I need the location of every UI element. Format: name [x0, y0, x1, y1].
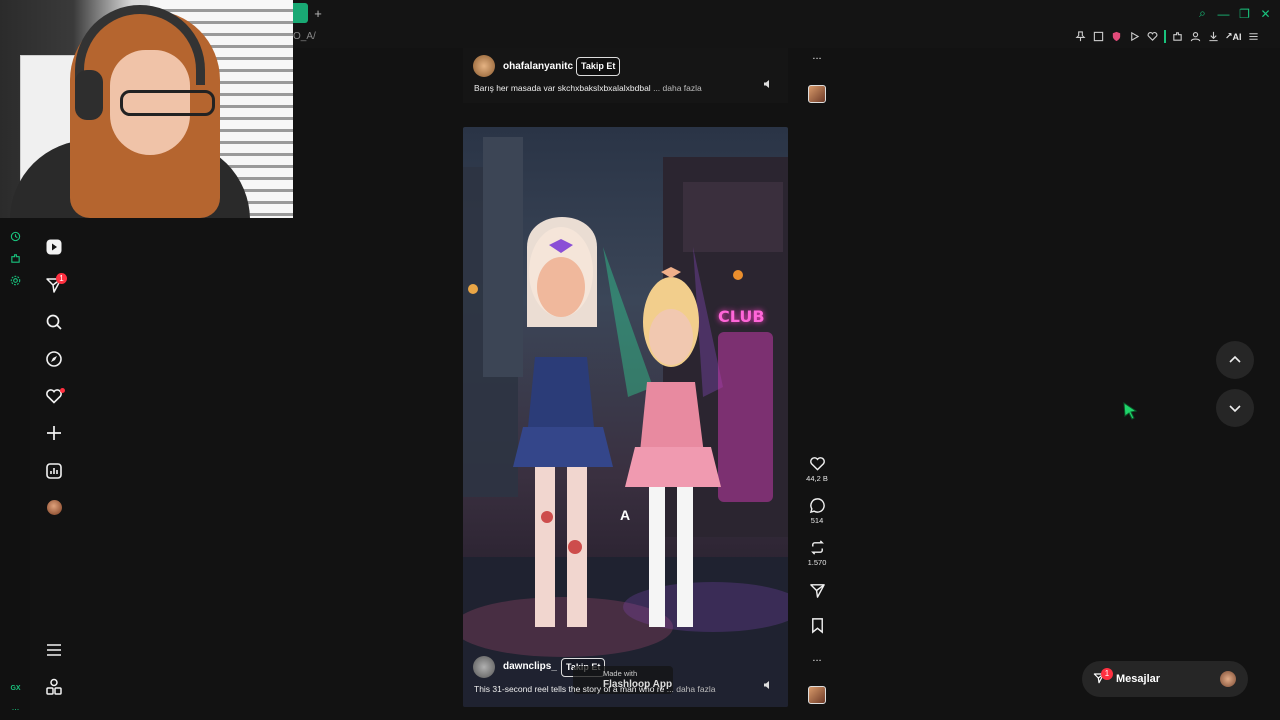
extensions-icon[interactable]	[9, 252, 22, 265]
caption-text: This 31-second reel tells the story of a…	[474, 684, 665, 694]
ai-button[interactable]: ↗ AI	[1225, 30, 1242, 43]
caption-more-link[interactable]: ... daha fazla	[667, 684, 716, 694]
username[interactable]: ohafalanyanitc	[503, 61, 573, 72]
profile-avatar[interactable]	[47, 500, 62, 515]
club-sign: CLUB	[718, 307, 765, 326]
chevron-down-icon	[1229, 405, 1241, 413]
maximize-button[interactable]: ❐	[1238, 7, 1251, 21]
settings-icon[interactable]	[9, 274, 22, 287]
mouse-cursor	[1123, 402, 1138, 420]
follow-button[interactable]: Takip Et	[576, 57, 621, 76]
extension-toolbar: ↗ AI	[1074, 30, 1260, 43]
menu-icon[interactable]	[1247, 30, 1260, 43]
webcam-headset-earcup	[75, 70, 103, 120]
next-reel-button[interactable]	[1216, 389, 1254, 427]
bookmark-icon[interactable]	[809, 617, 826, 634]
user-avatar[interactable]	[473, 656, 495, 678]
address-bar-fragment[interactable]: O_A/	[293, 31, 316, 42]
username[interactable]: dawnclips_	[503, 661, 557, 672]
user-avatar[interactable]	[473, 55, 495, 77]
reel-artwork	[463, 137, 788, 707]
messages-label: Mesajlar	[1116, 673, 1161, 685]
dashboard-icon[interactable]	[44, 461, 64, 481]
save-action[interactable]	[807, 617, 827, 634]
comment-count: 514	[810, 516, 824, 525]
reel-caption[interactable]: Barış her masada var skchxbakslxbxalalxb…	[474, 83, 702, 93]
webcam-overlay	[0, 0, 293, 218]
ai-label: AI	[1232, 31, 1242, 42]
repost-count: 1.570	[807, 558, 827, 567]
chevron-up-icon	[1229, 355, 1241, 363]
repost-action[interactable]: 1.570	[807, 539, 827, 567]
more-options-button[interactable]: ...	[809, 652, 825, 664]
repost-icon[interactable]	[809, 539, 826, 556]
search-icon[interactable]: ⌕	[1196, 6, 1209, 20]
prev-audio-thumbnail[interactable]	[808, 85, 826, 103]
profile-icon[interactable]	[1189, 30, 1202, 43]
comment-icon[interactable]	[809, 497, 826, 514]
shield-icon[interactable]	[1110, 30, 1123, 43]
share-icon[interactable]	[809, 582, 826, 599]
sidebar-more-icon[interactable]: ...	[9, 700, 22, 713]
heart-icon[interactable]	[1146, 30, 1159, 43]
browser-sidebar: GX ...	[0, 218, 30, 720]
messages-avatar	[1220, 671, 1236, 687]
video-overlay-letter: A	[620, 507, 631, 523]
explore-icon[interactable]	[44, 349, 64, 369]
like-action[interactable]: 44,2 B	[806, 455, 828, 483]
new-tab-button[interactable]: +	[312, 7, 324, 21]
reel-video[interactable]: CLUB A dawnclips_ Takip Et Made with Fla…	[463, 127, 788, 707]
minimize-button[interactable]: —	[1217, 7, 1230, 21]
like-count: 44,2 B	[806, 474, 828, 483]
speaker-icon[interactable]	[762, 679, 774, 691]
download-icon[interactable]	[1207, 30, 1220, 43]
reel-caption[interactable]: This 31-second reel tells the story of a…	[474, 684, 715, 694]
meta-apps-icon[interactable]	[44, 677, 64, 697]
window-controls: ⌕ — ❐ ✕	[1196, 6, 1272, 21]
caption-more-link[interactable]: ... daha fazla	[653, 83, 702, 93]
gx-logo[interactable]: GX	[9, 682, 22, 695]
close-button[interactable]: ✕	[1259, 7, 1272, 21]
activity-dot	[60, 388, 65, 393]
previous-reel-button[interactable]	[1216, 341, 1254, 379]
screenshot-icon[interactable]	[1092, 30, 1105, 43]
play-icon[interactable]	[1128, 30, 1141, 43]
pin-icon[interactable]	[1074, 30, 1087, 43]
extensions-icon[interactable]	[1171, 30, 1184, 43]
comment-action[interactable]: 514	[807, 497, 827, 525]
messages-badge: 1	[1101, 668, 1113, 680]
more-menu-icon[interactable]	[44, 640, 64, 660]
caption-text: Barış her masada var skchxbakslxbxalalxb…	[474, 83, 651, 93]
prev-more-options-button[interactable]: ...	[809, 50, 825, 62]
reels-icon[interactable]	[44, 237, 64, 257]
audio-thumbnail[interactable]	[808, 686, 826, 704]
watermark-line-1: Made with	[603, 669, 638, 678]
search-icon[interactable]	[44, 312, 64, 332]
divider-bar	[1164, 30, 1166, 43]
create-icon[interactable]	[44, 423, 64, 443]
heart-icon[interactable]	[809, 455, 826, 472]
active-tab-indicator[interactable]	[293, 3, 308, 23]
webcam-person-glasses	[120, 90, 215, 116]
speaker-icon[interactable]	[762, 78, 774, 90]
notification-badge: 1	[56, 273, 67, 284]
history-icon[interactable]	[9, 230, 22, 243]
previous-reel-footer: ohafalanyanitc Takip Et Barış her masada…	[463, 48, 788, 103]
share-action[interactable]	[807, 582, 827, 599]
